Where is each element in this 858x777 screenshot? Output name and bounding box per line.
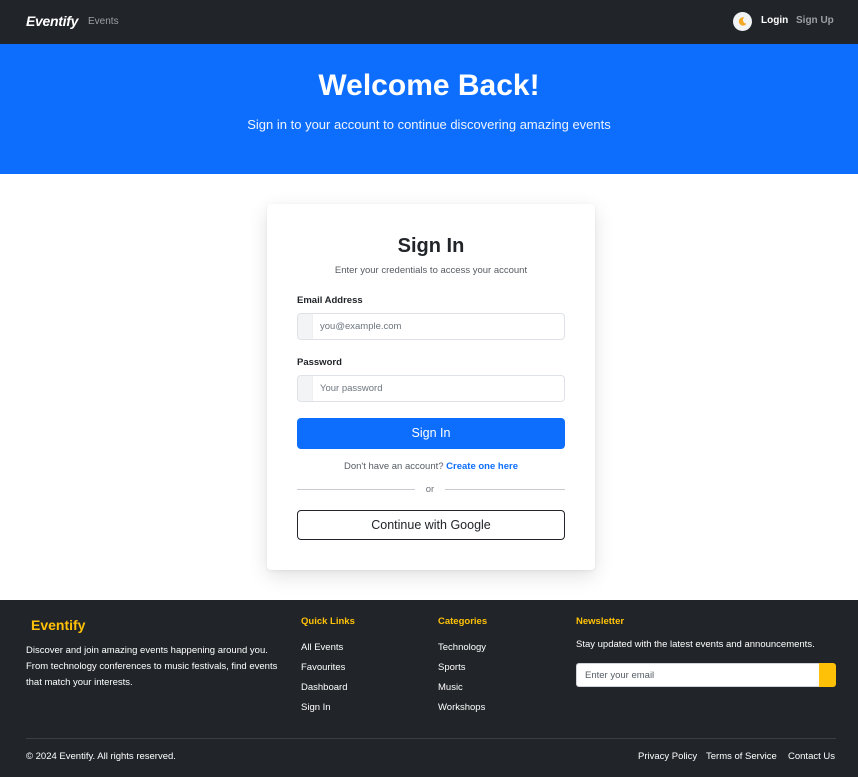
nav-link-login[interactable]: Login [761,15,788,26]
nav-link-events[interactable]: Events [88,16,119,27]
footer-link-music[interactable]: Music [438,678,486,698]
footer-link-sign-in[interactable]: Sign In [301,698,347,718]
password-label: Password [297,357,342,368]
newsletter-subscribe-button[interactable] [819,663,836,687]
no-account-text: Don't have an account? [344,461,444,472]
google-signin-button[interactable]: Continue with Google [297,510,565,540]
newsletter-text: Stay updated with the latest events and … [576,639,815,650]
footer-link-all-events[interactable]: All Events [301,638,347,658]
navbar: Eventify Events Login Sign Up [0,0,858,44]
divider-line-left [297,489,415,490]
signin-subtitle: Enter your credentials to access your ac… [334,265,528,276]
moon-icon [738,17,747,26]
signin-title: Sign In [397,235,465,257]
hero-banner: Welcome Back! Sign in to your account to… [0,44,858,174]
theme-toggle-button[interactable] [733,12,752,31]
footer-heading-categories: Categories [438,616,488,627]
password-input[interactable] [313,376,564,401]
nav-link-signup[interactable]: Sign Up [796,15,834,26]
footer-link-sports[interactable]: Sports [438,658,486,678]
email-label: Email Address [297,295,363,306]
divider-or-text: or [425,484,435,495]
password-input-group [297,375,565,402]
footer-divider [26,738,836,739]
email-input-group [297,313,565,340]
footer-link-dashboard[interactable]: Dashboard [301,678,347,698]
footer-heading-newsletter: Newsletter [576,616,625,627]
email-input[interactable] [313,314,564,339]
signup-prompt: Don't have an account? Create one here [267,461,595,472]
footer-copyright: © 2024 Eventify. All rights reserved. [26,751,176,762]
email-icon [298,314,313,339]
footer-heading-quick-links: Quick Links [301,616,355,627]
footer-link-technology[interactable]: Technology [438,638,486,658]
create-account-link[interactable]: Create one here [446,461,518,472]
footer: Eventify Discover and join amazing event… [0,600,858,777]
footer-link-privacy[interactable]: Privacy Policy [638,751,697,762]
footer-link-favourites[interactable]: Favourites [301,658,347,678]
footer-brand: Eventify [31,617,86,633]
newsletter-email-input[interactable] [576,663,820,687]
brand-logo[interactable]: Eventify [26,13,78,29]
signin-card: Sign In Enter your credentials to access… [267,204,595,570]
divider-line-right [445,489,565,490]
footer-link-contact[interactable]: Contact Us [788,751,835,762]
footer-quick-links-list: All Events Favourites Dashboard Sign In [301,638,347,718]
footer-link-workshops[interactable]: Workshops [438,698,486,718]
footer-description: Discover and join amazing events happeni… [26,645,278,688]
hero-title: Welcome Back! [318,69,540,102]
hero-subtitle: Sign in to your account to continue disc… [247,117,611,132]
signin-button[interactable]: Sign In [297,418,565,449]
footer-categories-list: Technology Sports Music Workshops [438,638,486,718]
lock-icon [298,376,313,401]
footer-link-terms[interactable]: Terms of Service [706,751,777,762]
